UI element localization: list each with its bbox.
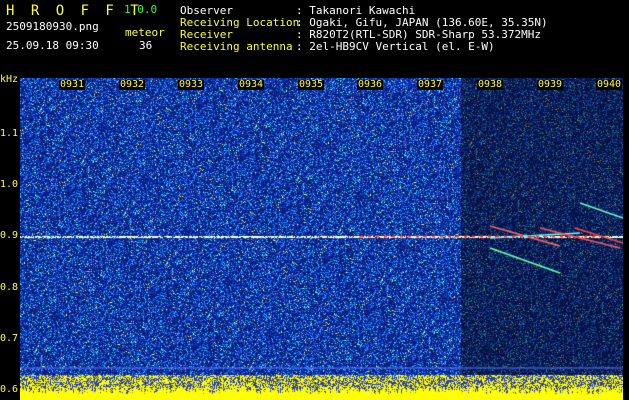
x-tick-label: 0937 — [417, 79, 444, 90]
y-tick-label: 0.8 — [0, 281, 19, 293]
y-axis-unit: kHz — [0, 74, 19, 85]
antenna-value: : 2el-HB9CV Vertical (el. E-W) — [296, 40, 495, 53]
x-tick-label: 0935 — [298, 79, 325, 90]
y-tick-label: 1.1 — [0, 128, 19, 140]
right-border — [623, 78, 629, 400]
meteor-label: meteor — [125, 26, 165, 39]
date-time: 25.09.18 09:30 — [6, 39, 99, 52]
spectrogram-display — [20, 78, 623, 400]
y-tick-label: 0.6 — [0, 383, 19, 395]
app-version: 1.0.0 — [124, 3, 158, 16]
y-tick-label: 0.9 — [0, 230, 19, 242]
x-tick-label: 0934 — [238, 79, 265, 90]
x-tick-label: 0939 — [537, 79, 564, 90]
meteor-count: 36 — [139, 39, 153, 52]
x-tick-label: 0932 — [119, 79, 146, 90]
antenna-label: Receiving antenna — [180, 40, 293, 53]
x-tick-label: 0938 — [477, 79, 504, 90]
header-panel: H R O F F T 1.0.0 2509180930.png meteor … — [0, 0, 629, 78]
y-axis: kHz 1.1 1.0 0.9 0.8 0.7 0.6 — [0, 74, 20, 400]
x-tick-label: 0940 — [596, 79, 623, 90]
y-tick-label: 0.7 — [0, 332, 19, 344]
x-tick-label: 0933 — [178, 79, 205, 90]
y-tick-label: 1.0 — [0, 179, 19, 191]
x-tick-label: 0936 — [357, 79, 384, 90]
file-name: 2509180930.png — [6, 20, 99, 33]
x-tick-label: 0931 — [59, 79, 86, 90]
app-title: H R O F F T — [6, 3, 143, 19]
